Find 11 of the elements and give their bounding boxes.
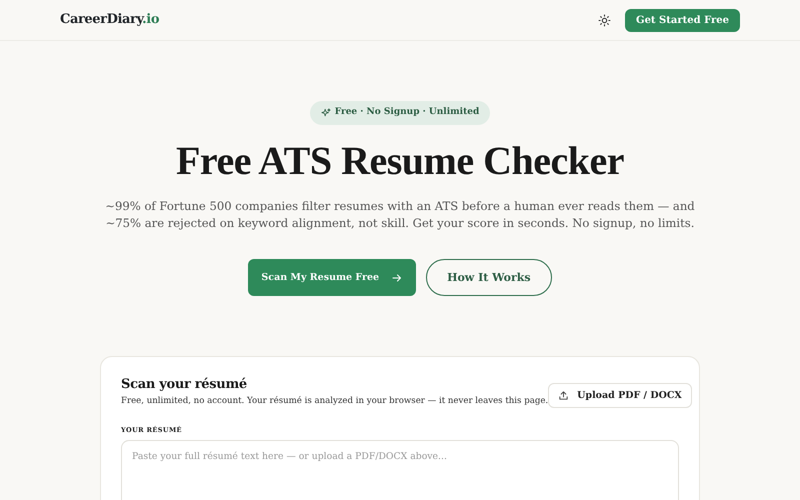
badge-pill: Free · No Signup · Unlimited [310, 101, 490, 124]
get-started-button[interactable]: Get Started Free [625, 8, 740, 32]
card-title: Scan your résumé [121, 377, 248, 393]
hero-description: ~99% of Fortune 500 companies filter resumes with an ATS before a human ever reads them — and ~75% are rejected on keyword alignment, not skill. Get your score in seconds. No signup, no limits. [104, 198, 696, 232]
page-title: Free ATS Resume Checker [176, 138, 624, 182]
resume-text-field[interactable]: Paste your full résumé text here — or upload a PDF/DOCX above... [121, 440, 679, 500]
logo[interactable]: CareerDiary.io [60, 10, 160, 30]
scan-resume-button[interactable]: Scan My Resume Free [248, 259, 416, 296]
card-subtitle: Free, unlimited, no account. Your résumé is analyzed in your browser — it never leaves this page. [121, 394, 548, 408]
how-it-works-button[interactable]: How It Works [426, 259, 552, 296]
upload-button[interactable]: Upload PDF / DOCX [548, 383, 692, 408]
